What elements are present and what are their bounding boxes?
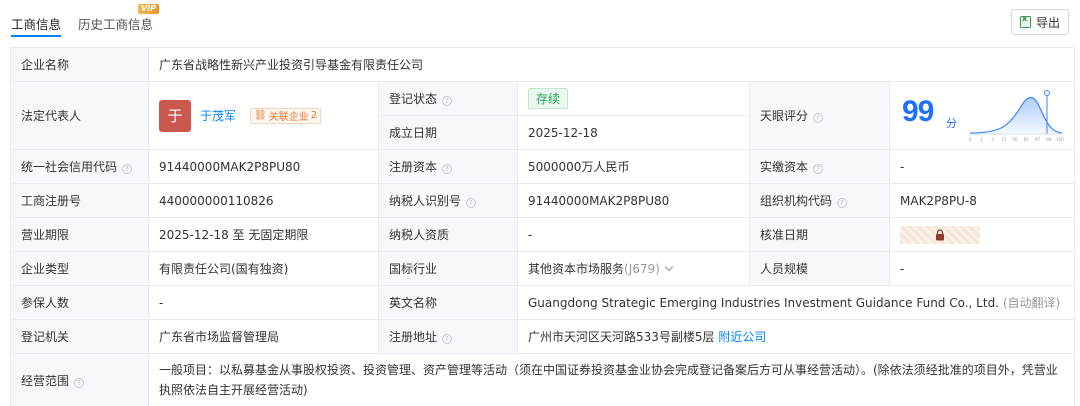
approve-date-value (888, 217, 1076, 252)
approve-date-label: 核准日期 (749, 217, 890, 252)
legal-rep-label: 法定代表人 (10, 81, 149, 150)
org-code-value: MAK2P8PU-8 (888, 183, 1076, 218)
export-label: 导出 (1035, 15, 1060, 30)
status-badge: 存续 (528, 88, 569, 109)
vip-badge: VIP (138, 4, 160, 14)
question-icon[interactable]: ? (466, 198, 477, 208)
paid-capital-label: 实缴资本? (749, 149, 890, 184)
scope-value: 一般项目：以私募基金从事股权投资、投资管理、资产管理等活动（须在中国证券投资基金… (147, 353, 1076, 406)
question-icon[interactable]: ? (122, 164, 133, 174)
table-row: 企业名称 广东省战略性新兴产业投资引导基金有限责任公司 (10, 47, 1076, 82)
rating-axis-tick: 50 (1012, 137, 1018, 142)
table-row: 登记机关 广东省市场监督管理局 注册地址? 广州市天河区天河路533号副楼5层 … (10, 319, 1076, 354)
nearby-companies-link[interactable]: 附近公司 (718, 330, 766, 344)
insured-label: 参保人数 (10, 285, 149, 320)
company-name-value: 广东省战略性新兴产业投资引导基金有限责任公司 (147, 47, 1076, 82)
rating-axis-tick: 0 (969, 137, 972, 142)
vip-locked-field[interactable] (900, 225, 980, 244)
taxpayer-id-value: 91440000MAK2P8PU80 (517, 183, 750, 218)
rating-axis-tick: 1 (980, 137, 983, 142)
authority-label: 登记机关 (10, 319, 149, 354)
rating-cell[interactable]: 99 分 0 1 3 15 50 85 97 99 100 (888, 81, 1076, 150)
rating-axis-tick: 100 (1056, 137, 1064, 142)
reg-status-cell: 存续 (517, 81, 750, 116)
reg-number-value: 440000000110826 (148, 183, 379, 218)
insured-value: - (148, 285, 379, 320)
english-name-value: Guangdong Strategic Emerging Industries … (528, 296, 999, 310)
rating-axis-tick: 3 (991, 137, 994, 142)
rating-distribution-chart: 0 1 3 15 50 85 97 99 100 (969, 89, 1064, 142)
table-row: 经营范围? 一般项目：以私募基金从事股权投资、投资管理、资产管理等活动（须在中国… (10, 353, 1076, 406)
tab-business-info[interactable]: 工商信息 (11, 14, 62, 37)
reg-number-label: 工商注册号 (10, 183, 149, 218)
table-row: 法定代表人 于 于茂军 ⛓ 关联企业 2 登记状态? 存续 天眼评分? 99 分 (10, 81, 1076, 150)
org-code-label: 组织机构代码? (749, 183, 890, 218)
taxpayer-qual-label: 纳税人资质 (378, 217, 518, 252)
chevron-down-icon[interactable] (664, 262, 674, 272)
taxpayer-qual-value: - (517, 217, 750, 252)
rating-label: 天眼评分? (749, 81, 890, 150)
tab-history-business-info[interactable]: 历史工商信息 (78, 14, 153, 33)
legal-rep-cell: 于 于茂军 ⛓ 关联企业 2 (148, 81, 379, 150)
industry-value[interactable]: 其他资本市场服务(J679) (517, 251, 750, 286)
question-icon[interactable]: ? (837, 198, 848, 208)
table-row: 工商注册号 440000000110826 纳税人识别号? 91440000MA… (10, 183, 1076, 218)
business-info-table: 企业名称 广东省战略性新兴产业投资引导基金有限责任公司 法定代表人 于 于茂军 … (10, 47, 1076, 406)
rating-unit: 分 (946, 116, 957, 130)
legal-rep-name[interactable]: 于茂军 (200, 107, 236, 124)
company-type-label: 企业类型 (10, 251, 149, 286)
rating-axis-tick: 85 (1024, 137, 1030, 142)
english-name-label: 英文名称 (378, 285, 518, 320)
reg-capital-value: 5000000万人民币 (517, 149, 750, 184)
industry-label: 国标行业 (378, 251, 518, 286)
question-icon[interactable]: ? (442, 334, 453, 344)
credit-code-value: 91440000MAK2P8PU80 (148, 149, 379, 184)
reg-capital-label: 注册资本? (378, 149, 518, 184)
authority-value: 广东省市场监督管理局 (148, 319, 379, 354)
rating-axis-tick: 99 (1046, 137, 1052, 142)
company-type-value: 有限责任公司(国有独资) (148, 251, 379, 286)
question-icon[interactable]: ? (813, 113, 824, 123)
paid-capital-value: - (888, 149, 1076, 184)
tab-bar: 工商信息 历史工商信息 VIP 导出 (0, 0, 1080, 40)
staff-size-value: - (888, 251, 1076, 286)
scope-label: 经营范围? (10, 353, 149, 406)
term-value: 2025-12-18 至 无固定期限 (148, 217, 379, 252)
credit-code-label: 统一社会信用代码? (10, 149, 149, 184)
table-row: 营业期限 2025-12-18 至 无固定期限 纳税人资质 - 核准日期 (10, 217, 1076, 252)
rating-axis-tick: 15 (1001, 137, 1007, 142)
taxpayer-id-label: 纳税人识别号? (378, 183, 518, 218)
staff-size-label: 人员规模 (749, 251, 890, 286)
lock-icon (936, 228, 944, 240)
rating-score: 99 (902, 94, 934, 128)
rating-axis-tick: 97 (1035, 137, 1041, 142)
table-row: 企业类型 有限责任公司(国有独资) 国标行业 其他资本市场服务(J679) 人员… (10, 251, 1076, 286)
question-icon[interactable]: ? (813, 164, 824, 174)
related-label: 关联企业 (268, 112, 309, 123)
company-name-label: 企业名称 (10, 47, 149, 82)
table-row: 统一社会信用代码? 91440000MAK2P8PU80 注册资本? 50000… (10, 149, 1076, 184)
export-button[interactable]: 导出 (1011, 9, 1069, 35)
auto-translate-note: (自动翻译) (1002, 296, 1061, 310)
address-label: 注册地址? (378, 319, 518, 354)
address-cell: 广州市天河区天河路533号副楼5层 附近公司 (516, 319, 1076, 354)
related-companies-badge[interactable]: ⛓ 关联企业 2 (250, 107, 322, 124)
reg-status-label: 登记状态? (378, 81, 518, 116)
address-value: 广州市天河区天河路533号副楼5层 (528, 330, 715, 344)
industry-code: (J679) (624, 262, 660, 276)
term-label: 营业期限 (10, 217, 149, 252)
link-icon: ⛓ (254, 110, 267, 121)
question-icon[interactable]: ? (74, 377, 85, 388)
related-count: 2 (310, 110, 318, 121)
english-name-cell: Guangdong Strategic Emerging Industries … (516, 285, 1076, 320)
table-row: 参保人数 - 英文名称 Guangdong Strategic Emerging… (10, 285, 1076, 320)
question-icon[interactable]: ? (442, 164, 453, 174)
excel-icon (1019, 14, 1031, 28)
question-icon[interactable]: ? (442, 96, 453, 106)
found-date-label: 成立日期 (378, 115, 518, 150)
industry-name: 其他资本市场服务 (528, 262, 625, 276)
avatar[interactable]: 于 (159, 99, 191, 132)
found-date-value: 2025-12-18 (517, 115, 750, 150)
